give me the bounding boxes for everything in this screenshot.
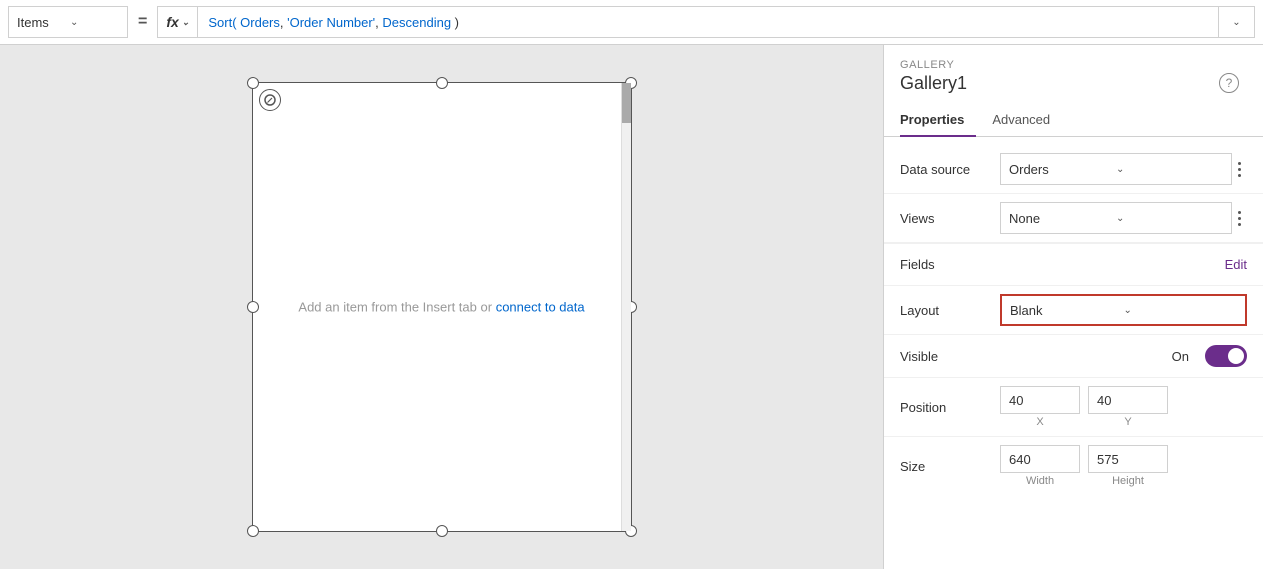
data-source-value: Orders [1009, 162, 1116, 177]
data-source-label: Data source [900, 162, 1000, 177]
expand-chevron-icon: ⌄ [1232, 17, 1240, 28]
size-width-label: Width [1026, 475, 1054, 487]
gallery-component[interactable]: Add an item from the Insert tab or conne… [252, 82, 632, 532]
formula-sort-keyword: Sort( [208, 15, 236, 30]
position-y-label: Y [1124, 416, 1131, 428]
position-x-input[interactable] [1000, 386, 1080, 414]
layout-control: Blank ⌄ [1000, 294, 1247, 326]
visible-toggle[interactable] [1205, 345, 1247, 367]
handle-top-middle[interactable] [436, 77, 448, 89]
visible-row: Visible On [884, 335, 1263, 377]
position-x-label: X [1036, 416, 1043, 428]
right-panel: GALLERY Gallery1 ? Properties Advanced D… [883, 45, 1263, 569]
help-icon[interactable]: ? [1219, 73, 1239, 93]
handle-middle-left[interactable] [247, 301, 259, 313]
visible-control: On [1000, 345, 1247, 367]
size-row: Size Width Height [884, 437, 1263, 495]
position-label: Position [900, 400, 1000, 415]
views-dropdown[interactable]: None ⌄ [1000, 202, 1232, 234]
views-value: None [1009, 211, 1116, 226]
placeholder-connect-link[interactable]: connect to data [496, 300, 585, 315]
position-x-group: X [1000, 386, 1080, 428]
position-row: Position X Y [884, 378, 1263, 436]
layout-chevron-icon: ⌄ [1124, 305, 1238, 316]
property-selector-label: Items [17, 15, 66, 30]
position-y-group: Y [1088, 386, 1168, 428]
gallery-placeholder: Add an item from the Insert tab or conne… [298, 300, 584, 315]
views-chevron-icon: ⌄ [1116, 213, 1223, 224]
layout-dropdown[interactable]: Blank ⌄ [1000, 294, 1247, 326]
data-source-dropdown[interactable]: Orders ⌄ [1000, 153, 1232, 185]
layout-label: Layout [900, 303, 1000, 318]
data-source-chevron-icon: ⌄ [1116, 164, 1223, 175]
fx-label: fx [166, 14, 178, 30]
formula-order-number: 'Order Number' [287, 15, 375, 30]
panel-body: Data source Orders ⌄ Views [884, 137, 1263, 503]
size-height-input[interactable] [1088, 445, 1168, 473]
placeholder-insert-text: Add an item from the Insert tab [298, 300, 476, 315]
property-selector-chevron: ⌄ [70, 17, 119, 28]
fx-button[interactable]: fx ⌄ [157, 6, 198, 38]
size-height-group: Height [1088, 445, 1168, 487]
tab-properties[interactable]: Properties [900, 104, 976, 137]
formula-expand-button[interactable]: ⌄ [1219, 6, 1255, 38]
position-y-input[interactable] [1088, 386, 1168, 414]
property-selector[interactable]: Items ⌄ [8, 6, 128, 38]
dot1 [1238, 162, 1241, 165]
gallery-scrollbar[interactable] [621, 83, 631, 531]
views-row: Views None ⌄ [884, 194, 1263, 242]
handle-bottom-middle[interactable] [436, 525, 448, 537]
canvas-area[interactable]: Add an item from the Insert tab or conne… [0, 45, 883, 569]
fields-row: Fields Edit [884, 243, 1263, 285]
views-control: None ⌄ [1000, 202, 1247, 234]
data-source-control: Orders ⌄ [1000, 153, 1247, 185]
views-label: Views [900, 211, 1000, 226]
dot3 [1238, 174, 1241, 177]
data-source-more-button[interactable] [1232, 158, 1247, 181]
fields-edit-link[interactable]: Edit [1225, 257, 1247, 272]
size-inputs: Width Height [1000, 445, 1168, 487]
visible-label: Visible [900, 349, 1000, 364]
panel-title: Gallery1 [900, 73, 967, 94]
equals-sign: = [128, 13, 157, 31]
dot2 [1238, 168, 1241, 171]
handle-top-left[interactable] [247, 77, 259, 89]
toggle-thumb [1228, 348, 1244, 364]
panel-header: GALLERY Gallery1 ? [884, 45, 1263, 100]
size-width-input[interactable] [1000, 445, 1080, 473]
toggle-track [1205, 345, 1247, 367]
formula-input[interactable]: Sort( Orders, 'Order Number', Descending… [198, 6, 1219, 38]
position-inputs: X Y [1000, 386, 1168, 428]
formula-descending: Descending [382, 15, 451, 30]
main-area: Add an item from the Insert tab or conne… [0, 45, 1263, 569]
layout-row: Layout Blank ⌄ [884, 286, 1263, 334]
views-more-button[interactable] [1232, 207, 1247, 230]
gallery-scrollbar-thumb[interactable] [622, 83, 631, 123]
position-control: X Y [1000, 386, 1247, 428]
size-label: Size [900, 459, 1000, 474]
layout-value: Blank [1010, 303, 1124, 318]
size-width-group: Width [1000, 445, 1080, 487]
data-source-row: Data source Orders ⌄ [884, 145, 1263, 193]
tab-advanced[interactable]: Advanced [992, 104, 1062, 137]
fx-chevron: ⌄ [182, 17, 190, 28]
placeholder-or: or [477, 300, 496, 315]
visible-on-label: On [1172, 349, 1189, 364]
size-control: Width Height [1000, 445, 1247, 487]
formula-bar: Items ⌄ = fx ⌄ Sort( Orders, 'Order Numb… [0, 0, 1263, 45]
panel-type-label: GALLERY [900, 59, 967, 71]
formula-orders: Orders [240, 15, 280, 30]
size-height-label: Height [1112, 475, 1144, 487]
gallery-edit-icon[interactable] [259, 89, 281, 111]
handle-bottom-left[interactable] [247, 525, 259, 537]
fields-label: Fields [900, 257, 1225, 272]
panel-tabs: Properties Advanced [884, 104, 1263, 137]
